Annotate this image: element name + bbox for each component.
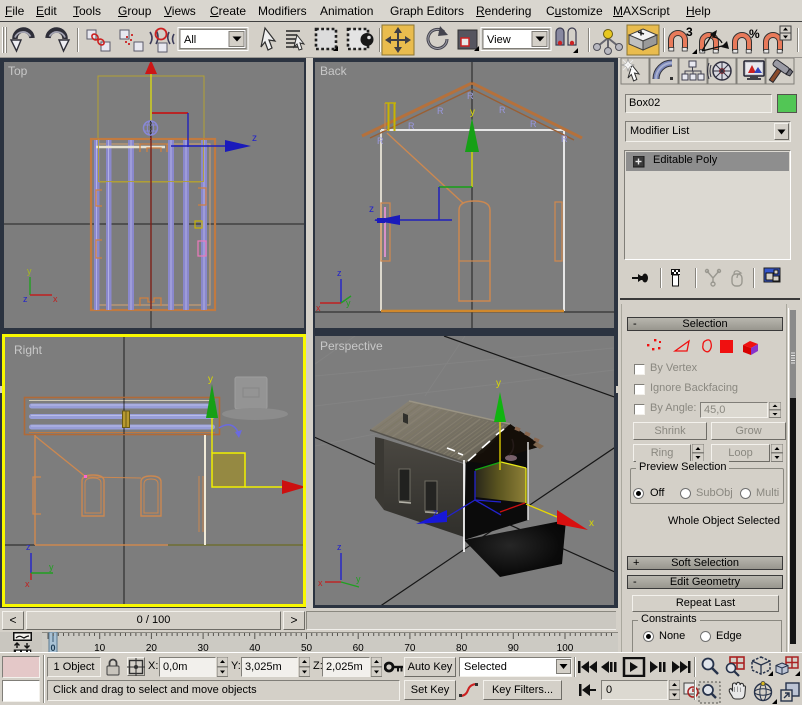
svg-text:R: R — [499, 105, 506, 115]
svg-text:R: R — [467, 91, 474, 101]
svg-text:Perspective: Perspective — [320, 339, 383, 353]
svg-text:All: All — [184, 34, 196, 46]
svg-text:x: x — [316, 303, 321, 313]
svg-text:x: x — [318, 578, 323, 588]
svg-text:R: R — [408, 121, 415, 131]
svg-text:z: z — [23, 294, 28, 304]
svg-text:Right: Right — [14, 343, 43, 357]
svg-text:x: x — [25, 579, 30, 589]
svg-text:y: y — [27, 266, 32, 276]
svg-text:%: % — [749, 27, 760, 41]
svg-text:3: 3 — [686, 25, 693, 39]
svg-text:y: y — [208, 374, 213, 385]
svg-text:y: y — [496, 378, 501, 389]
svg-text:View: View — [487, 34, 511, 46]
svg-text:x: x — [589, 518, 594, 529]
svg-text:R: R — [437, 106, 444, 116]
svg-text:R: R — [377, 136, 384, 146]
svg-text:R: R — [561, 134, 568, 144]
svg-text:x: x — [53, 294, 58, 304]
svg-text:y: y — [470, 107, 475, 118]
svg-text:y: y — [346, 298, 351, 308]
svg-text:z: z — [433, 508, 438, 519]
svg-text:z: z — [337, 542, 342, 552]
svg-text:Back: Back — [320, 64, 348, 78]
svg-text:R: R — [530, 119, 537, 129]
svg-text:y: y — [356, 574, 361, 584]
svg-text:Top: Top — [8, 64, 28, 78]
svg-text:z: z — [252, 133, 257, 144]
svg-text:z: z — [369, 204, 374, 215]
svg-text:z: z — [26, 542, 31, 552]
svg-text:z: z — [337, 268, 342, 278]
svg-text:y: y — [49, 562, 54, 572]
